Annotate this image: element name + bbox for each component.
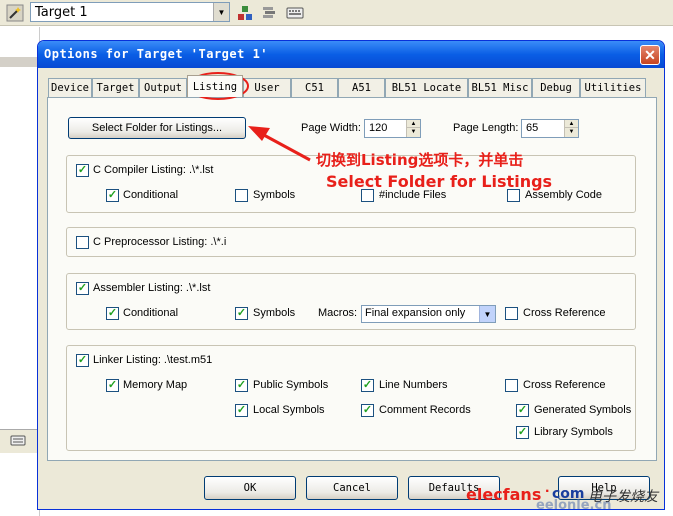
annotation-line2: Select Folder for Listings	[326, 172, 553, 191]
annotation-line1: 切换到Listing选项卡，并单击	[316, 151, 524, 169]
watermark-brand: elecfans	[466, 485, 542, 504]
annotation-overlay	[187, 72, 311, 162]
arrow-head	[248, 126, 270, 141]
pointer-arrow	[261, 132, 311, 162]
watermark: elecfans · com 电子发烧友 eelonle.cn	[466, 483, 670, 513]
watermark-sub: eelonle.cn	[536, 498, 612, 513]
tab-listing[interactable]: Listing	[187, 75, 243, 97]
